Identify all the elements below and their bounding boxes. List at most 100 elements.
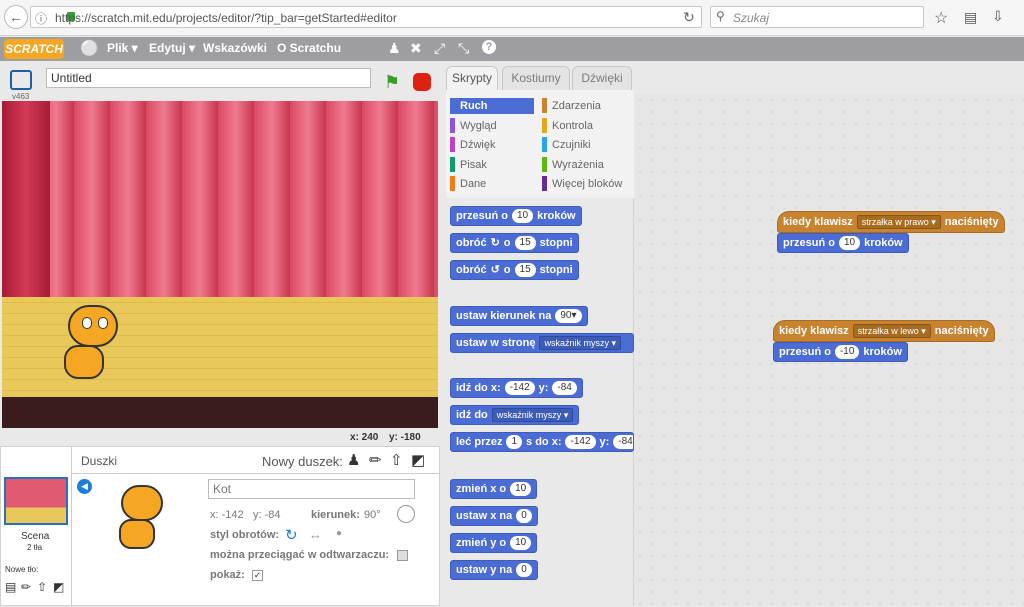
sprite-name-input[interactable]: Kot bbox=[208, 479, 415, 499]
new-backdrop-label: Nowe tło: bbox=[5, 565, 39, 574]
stage-edge bbox=[2, 397, 438, 428]
camera-backdrop-icon[interactable]: ◩ bbox=[53, 580, 64, 594]
block-goto-xy[interactable]: idź do x: -142 y: -84 bbox=[450, 378, 583, 398]
category-swatch bbox=[542, 98, 547, 113]
category-więcej bloków[interactable]: Więcej bloków bbox=[542, 176, 622, 192]
category-label: Wygląd bbox=[460, 119, 497, 132]
tab-costumes[interactable]: Kostiumy bbox=[502, 66, 570, 90]
duplicate-icon[interactable]: ♟ bbox=[388, 40, 401, 57]
sprite-library-icon[interactable]: ♟ bbox=[347, 451, 360, 469]
sprite-x: x: -142 bbox=[210, 509, 244, 521]
scene-label: Scena bbox=[21, 531, 50, 542]
url-text: https://scratch.mit.edu/projects/editor/… bbox=[55, 11, 397, 25]
cat-sprite[interactable] bbox=[52, 297, 128, 387]
block-point-towards[interactable]: ustaw w stronę wskaźnik myszy ▾ bbox=[450, 333, 634, 353]
block-set-x[interactable]: ustaw x na 0 bbox=[450, 506, 538, 526]
draw-backdrop-icon[interactable]: ✏ bbox=[21, 580, 31, 594]
search-input[interactable]: ⚲ Szukaj bbox=[710, 6, 924, 28]
reading-list-icon[interactable]: ▤ bbox=[964, 9, 977, 26]
block-turn-right[interactable]: obróć ↻ o 15 stopni bbox=[450, 233, 579, 253]
shrink-icon[interactable]: ⤡ bbox=[458, 40, 469, 57]
block-goto[interactable]: idź do wskaźnik myszy ▾ bbox=[450, 405, 580, 425]
category-swatch bbox=[450, 117, 455, 133]
rotation-style-label: styl obrotów: bbox=[210, 529, 280, 541]
block-glide[interactable]: leć przez 1 s do x: -142 y: -84 bbox=[450, 432, 634, 452]
block-change-y[interactable]: zmień y o 10 bbox=[450, 533, 538, 553]
category-kontrola[interactable]: Kontrola bbox=[542, 117, 593, 134]
menu-tips[interactable]: Wskazówki bbox=[203, 41, 267, 55]
fullscreen-button[interactable] bbox=[10, 70, 32, 90]
project-title-input[interactable]: Untitled bbox=[46, 68, 371, 88]
category-swatch bbox=[450, 176, 455, 191]
upload-backdrop-icon[interactable]: ⇧ bbox=[37, 580, 47, 594]
paint-backdrop-icon[interactable]: ▤ bbox=[5, 580, 16, 594]
url-bar[interactable]: ⓘ https://scratch.mit.edu/projects/edito… bbox=[30, 6, 702, 28]
green-flag-icon[interactable]: ⚑ bbox=[384, 72, 400, 93]
reload-icon[interactable]: ↻ bbox=[683, 9, 695, 26]
collapse-info-button[interactable]: ◀ bbox=[77, 479, 92, 494]
grow-icon[interactable]: ⤢ bbox=[434, 40, 445, 57]
draggable-checkbox[interactable] bbox=[397, 550, 408, 561]
stage-coord-y: y: -180 bbox=[389, 432, 421, 443]
upload-sprite-icon[interactable]: ⇧ bbox=[390, 451, 403, 469]
browser-toolbar: ← ⓘ https://scratch.mit.edu/projects/edi… bbox=[0, 0, 1024, 36]
block-set-y[interactable]: ustaw y na 0 bbox=[450, 560, 538, 580]
script1-move-block[interactable]: przesuń o 10 kroków bbox=[777, 233, 909, 253]
menu-about[interactable]: O Scratchu bbox=[277, 41, 341, 55]
stage-canvas[interactable] bbox=[2, 101, 438, 428]
cut-icon[interactable]: ✖ bbox=[410, 40, 422, 57]
camera-sprite-icon[interactable]: ◩ bbox=[411, 451, 425, 469]
category-label: Wyrażenia bbox=[552, 158, 604, 171]
bookmark-star-icon[interactable]: ☆ bbox=[934, 8, 948, 28]
category-czujniki[interactable]: Czujniki bbox=[542, 137, 591, 153]
category-label: Pisak bbox=[460, 158, 487, 171]
category-swatch bbox=[542, 176, 547, 191]
tab-sounds[interactable]: Dźwięki bbox=[572, 66, 632, 90]
scratch-logo[interactable]: SCRATCH bbox=[4, 39, 64, 59]
category-zdarzenia[interactable]: Zdarzenia bbox=[542, 98, 601, 114]
script2-move-block[interactable]: przesuń o -10 kroków bbox=[773, 342, 908, 362]
category-ruch[interactable]: Ruch bbox=[450, 98, 534, 114]
scene-bg-count: 2 tła bbox=[27, 543, 43, 552]
show-checkbox[interactable]: ✓ bbox=[252, 570, 263, 581]
rotate-all-icon[interactable]: ↻ bbox=[285, 526, 298, 544]
menu-file[interactable]: Plik ▾ bbox=[107, 41, 138, 55]
category-label: Zdarzenia bbox=[552, 100, 601, 112]
menu-edit[interactable]: Edytuj ▾ bbox=[149, 41, 195, 55]
stop-icon[interactable] bbox=[413, 73, 431, 91]
block-turn-left[interactable]: obróć ↺ o 15 stopni bbox=[450, 260, 579, 280]
paint-sprite-icon[interactable]: ✏ bbox=[369, 451, 382, 469]
category-wyrażenia[interactable]: Wyrażenia bbox=[542, 156, 604, 173]
download-icon[interactable]: ⇩ bbox=[992, 8, 1004, 25]
category-swatch bbox=[542, 156, 547, 172]
globe-icon[interactable]: ⚪ bbox=[80, 39, 99, 57]
info-icon: ⓘ bbox=[35, 12, 48, 26]
category-label: Dane bbox=[460, 178, 487, 190]
search-icon: ⚲ bbox=[716, 9, 725, 23]
category-list: Ruch Wygląd Dźwięk Pisak Dane Zdarzenia Kontro… bbox=[450, 98, 630, 198]
category-dane[interactable]: Dane bbox=[450, 176, 486, 192]
category-label: Czujniki bbox=[552, 139, 591, 151]
category-swatch bbox=[450, 156, 455, 172]
script2-hat-block[interactable]: kiedy klawisz strzałka w lewo ▾ naciśnięty bbox=[773, 320, 995, 342]
block-change-x[interactable]: zmień x o 10 bbox=[450, 479, 538, 499]
left-right-icon[interactable]: ↔ bbox=[309, 527, 322, 542]
help-icon[interactable]: ? bbox=[482, 40, 496, 54]
search-placeholder: Szukaj bbox=[733, 11, 770, 25]
scratch-menu-bar: SCRATCH ⚪ Plik ▾ Edytuj ▾ Wskazówki O Sc… bbox=[0, 37, 1024, 61]
sprites-header: Duszki bbox=[81, 454, 118, 468]
sprite-pane: Scena 2 tła Nowe tło: ▤ ✏ ⇧ ◩ Duszki Now… bbox=[0, 446, 440, 607]
script1-hat-block[interactable]: kiedy klawisz strzałka w prawo ▾ naciśnięt… bbox=[777, 211, 1005, 233]
sprite-thumbnail[interactable] bbox=[105, 483, 177, 555]
scene-thumbnail[interactable] bbox=[4, 477, 68, 525]
direction-dial[interactable] bbox=[397, 505, 415, 523]
category-pisak[interactable]: Pisak bbox=[450, 156, 487, 173]
category-wygląd[interactable]: Wygląd bbox=[450, 117, 497, 134]
back-button[interactable]: ← bbox=[4, 5, 28, 29]
category-swatch bbox=[542, 137, 547, 152]
no-rotate-icon[interactable]: ● bbox=[336, 528, 342, 539]
block-point-direction[interactable]: ustaw kierunek na 90▾ bbox=[450, 306, 588, 326]
category-dźwięk[interactable]: Dźwięk bbox=[450, 137, 495, 153]
block-move-steps[interactable]: przesuń o 10 kroków bbox=[450, 206, 582, 226]
tab-scripts[interactable]: Skrypty bbox=[446, 66, 498, 90]
